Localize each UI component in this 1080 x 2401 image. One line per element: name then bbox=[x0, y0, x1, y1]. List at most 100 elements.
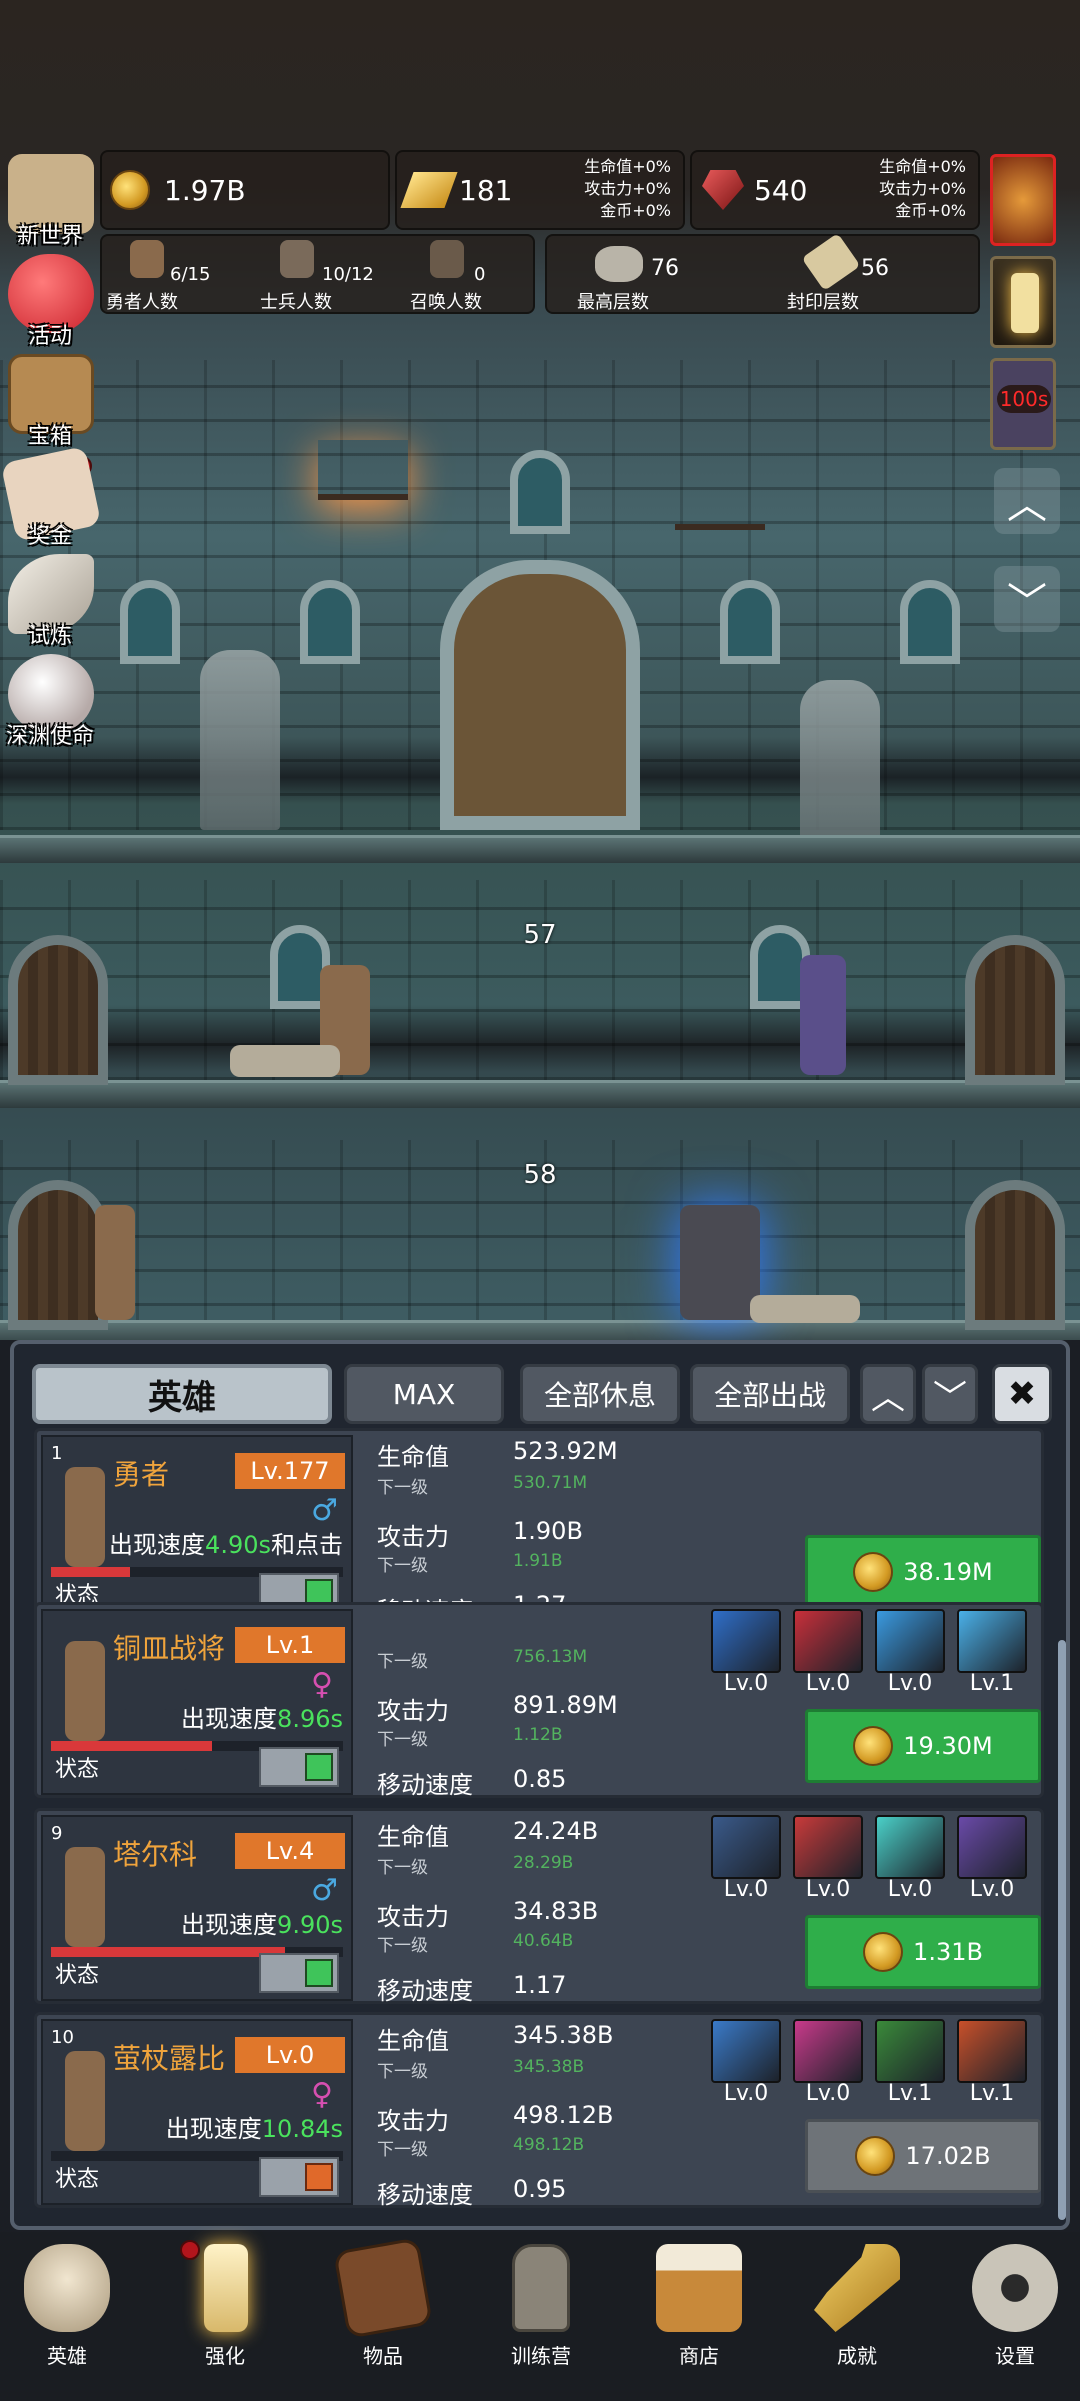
side-door bbox=[965, 1180, 1065, 1330]
atk-value: 1.90B bbox=[513, 1517, 583, 1545]
tab-heroes[interactable]: 英雄 bbox=[32, 1364, 332, 1424]
upgrade-button[interactable]: 17.02B bbox=[805, 2119, 1041, 2193]
skill-slot[interactable]: Lv.0 bbox=[791, 1815, 865, 1909]
skill-slot[interactable]: Lv.0 bbox=[791, 1609, 865, 1703]
gem-value: 540 bbox=[754, 174, 808, 207]
deploy-all-button[interactable]: 全部出战 bbox=[690, 1364, 850, 1424]
spawn-label: 出现速度 bbox=[181, 1705, 278, 1733]
hero-name: 萤杖露比 bbox=[113, 2042, 226, 2075]
spawn-speed: 出现速度4.90s和点击 bbox=[109, 1525, 343, 1560]
spawn-label: 出现速度 bbox=[181, 1911, 278, 1939]
skill-slot[interactable]: Lv.0 bbox=[709, 2019, 783, 2113]
skill-level: Lv.0 bbox=[723, 2081, 769, 2106]
close-panel-button[interactable]: ✖ bbox=[992, 1364, 1052, 1424]
upgrade-button[interactable]: 19.30M bbox=[805, 1709, 1041, 1783]
skill-row: Lv.0 Lv.0 Lv.0 Lv.0 bbox=[709, 1815, 1039, 1915]
bottom-nav: 英雄 强化 物品 训练营 商店 成就 设置 bbox=[0, 2232, 1080, 2401]
candle-button[interactable] bbox=[990, 256, 1056, 348]
wall-window bbox=[300, 580, 360, 664]
nav-achievements[interactable]: 成就 bbox=[792, 2244, 922, 2374]
gold-value: 1.97B bbox=[164, 174, 246, 207]
upgrade-button[interactable]: 38.19M bbox=[805, 1535, 1041, 1609]
abyss-mission-label: 深渊使命 bbox=[5, 724, 94, 749]
skill-slot[interactable]: Lv.0 bbox=[955, 1815, 1029, 1909]
upgrade-cost: 38.19M bbox=[903, 1558, 993, 1586]
atk-next-label: 下一级 bbox=[377, 1556, 428, 1576]
hp-next-value: 530.71M bbox=[513, 1473, 588, 1493]
new-world-button[interactable]: 新世界 bbox=[0, 150, 100, 250]
new-world-label: 新世界 bbox=[16, 224, 83, 249]
nav-items[interactable]: 物品 bbox=[318, 2237, 448, 2374]
nav-upgrade[interactable]: 强化 bbox=[160, 2244, 290, 2374]
hero-card[interactable]: 铜皿战将 Lv.1 ♀ 出现速度8.96s 状态 下一级 756.13M 攻击力… bbox=[34, 1602, 1044, 1799]
list-up-button[interactable]: ︿ bbox=[860, 1364, 916, 1424]
skill-slot[interactable]: Lv.1 bbox=[955, 1609, 1029, 1703]
skill-row bbox=[709, 1435, 1039, 1535]
nav-training[interactable]: 训练营 bbox=[476, 2244, 606, 2374]
hp-next-value: 28.29B bbox=[513, 1853, 574, 1873]
speed-value: 0.85 bbox=[513, 1765, 567, 1793]
scroll-up-button[interactable]: ︿ bbox=[994, 468, 1060, 534]
skill-level: Lv.0 bbox=[887, 1671, 933, 1696]
upgrade-cost: 19.30M bbox=[903, 1732, 993, 1760]
hero-sprite bbox=[65, 2051, 105, 2151]
event-button[interactable]: 活动 bbox=[0, 250, 100, 350]
abyss-mission-button[interactable]: 深渊使命 bbox=[0, 650, 100, 750]
timed-reward-button[interactable]: 100s bbox=[990, 358, 1056, 450]
nav-heroes[interactable]: 英雄 bbox=[2, 2244, 132, 2374]
floor-number: 58 bbox=[523, 1160, 557, 1190]
nav-shop-label: 商店 bbox=[679, 2344, 719, 2368]
speed-label: 移动速度 bbox=[377, 2181, 473, 2209]
atk-label: 攻击力 bbox=[377, 1697, 449, 1725]
hero-card[interactable]: 1 勇者 Lv.177 ♂ 出现速度4.90s和点击 状态 生命值 523.92… bbox=[34, 1428, 1044, 1625]
main-gate bbox=[440, 560, 640, 830]
state-toggle[interactable] bbox=[259, 2157, 339, 2197]
gem-bonus: 生命值+0% 攻击力+0% 金币+0% bbox=[879, 156, 966, 222]
skill-slot[interactable]: Lv.0 bbox=[791, 2019, 865, 2113]
scroll-down-button[interactable]: ﹀ bbox=[994, 566, 1060, 632]
floor-stats: 76 最高层数 56 封印层数 bbox=[545, 232, 980, 314]
nav-heroes-label: 英雄 bbox=[47, 2344, 87, 2368]
side-door bbox=[965, 935, 1065, 1085]
hp-next-label: 下一级 bbox=[377, 1478, 428, 1498]
skill-slot[interactable]: Lv.0 bbox=[873, 1609, 947, 1703]
rest-all-button[interactable]: 全部休息 bbox=[520, 1364, 680, 1424]
skill-slot[interactable]: Lv.0 bbox=[709, 1609, 783, 1703]
hero-list-scrollbar[interactable] bbox=[1058, 1640, 1066, 2220]
state-toggle[interactable] bbox=[259, 1747, 339, 1787]
gender-icon: ♂ bbox=[311, 1873, 338, 1908]
list-down-button[interactable]: ﹀ bbox=[922, 1364, 978, 1424]
hero-card[interactable]: 9 塔尔科 Lv.4 ♂ 出现速度9.90s 状态 生命值 24.24B 下一级… bbox=[34, 1808, 1044, 2005]
skill-level: Lv.0 bbox=[805, 2081, 851, 2106]
upgrade-button[interactable]: 1.31B bbox=[805, 1915, 1041, 1989]
skill-icon bbox=[711, 2019, 781, 2083]
trial-button[interactable]: 试炼 bbox=[0, 550, 100, 650]
hp-bar-fill bbox=[51, 1741, 212, 1751]
spawn-speed: 出现速度8.96s bbox=[181, 1699, 343, 1734]
skill-slot[interactable]: Lv.1 bbox=[955, 2019, 1029, 2113]
seal-floor-label: 封印层数 bbox=[787, 292, 859, 313]
spawn-speed: 出现速度10.84s bbox=[166, 2109, 343, 2144]
nav-upgrade-label: 强化 bbox=[205, 2344, 245, 2368]
chevron-down-icon: ﹀ bbox=[1007, 580, 1047, 626]
scroll-icon bbox=[801, 232, 861, 292]
skill-slot[interactable]: Lv.0 bbox=[873, 1815, 947, 1909]
skill-slot[interactable]: Lv.1 bbox=[873, 2019, 947, 2113]
soldier-count-label: 士兵人数 bbox=[260, 292, 332, 313]
level-badge: Lv.0 bbox=[235, 2037, 345, 2073]
spawn-value: 10.84s bbox=[261, 2115, 343, 2143]
nav-settings[interactable]: 设置 bbox=[950, 2244, 1080, 2374]
hero-card[interactable]: 10 萤杖露比 Lv.0 ♀ 出现速度10.84s 状态 生命值 345.38B… bbox=[34, 2012, 1044, 2209]
skill-icon bbox=[875, 1609, 945, 1673]
hero-index: 1 bbox=[51, 1443, 63, 1464]
state-toggle[interactable] bbox=[259, 1953, 339, 1993]
nav-shop[interactable]: 商店 bbox=[634, 2244, 764, 2374]
bonus-button[interactable]: 奖金 bbox=[0, 445, 102, 550]
summon-portrait-icon bbox=[430, 240, 464, 278]
skill-slot[interactable]: Lv.0 bbox=[709, 1815, 783, 1909]
gold-bar-bonus: 生命值+0% 攻击力+0% 金币+0% bbox=[584, 156, 671, 222]
max-button[interactable]: MAX bbox=[344, 1364, 504, 1424]
trial-label: 试炼 bbox=[27, 624, 72, 649]
pumpkin-button[interactable] bbox=[990, 154, 1056, 246]
chest-button[interactable]: 宝箱 bbox=[0, 350, 100, 450]
